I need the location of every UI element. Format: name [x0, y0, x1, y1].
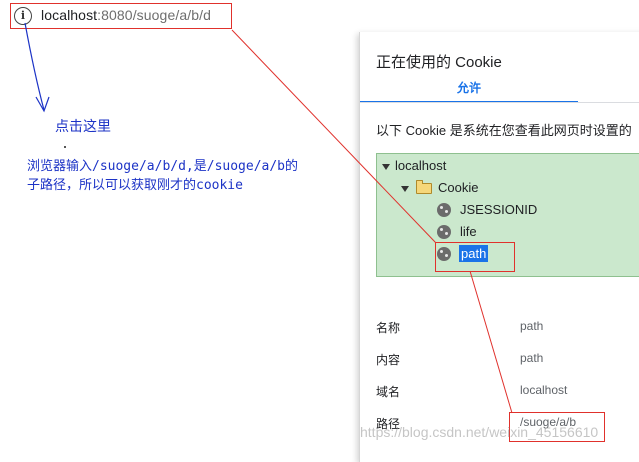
tree-item-site[interactable]: localhost: [382, 158, 446, 173]
prop-label-domain: 域名: [376, 385, 401, 399]
tab-allowed[interactable]: 允许: [360, 79, 578, 103]
prop-label-name: 名称: [376, 321, 401, 335]
address-highlight-box: [10, 3, 232, 29]
tree-item-folder[interactable]: Cookie: [401, 179, 479, 195]
annotation-line-1: 浏览器输入/suoge/a/b/d,是/suoge/a/b的: [27, 159, 299, 174]
dialog-description: 以下 Cookie 是系统在您查看此网页时设置的: [376, 123, 632, 138]
selected-cookie-highlight-box: [435, 242, 515, 272]
tree-folder-label: Cookie: [438, 180, 479, 195]
cookie-icon: [437, 203, 451, 217]
prop-value-content: path: [520, 351, 544, 365]
tab-divider: [360, 102, 639, 103]
expand-triangle-icon[interactable]: [401, 185, 409, 192]
annotation-line-2: 子路径，所以可以获取刚才的cookie: [27, 178, 243, 193]
cookie-name: life: [460, 224, 477, 239]
annotation-dot: [64, 146, 66, 148]
annotation-click-here: 点击这里: [55, 119, 111, 135]
dialog-title: 正在使用的 Cookie: [376, 54, 502, 71]
tree-site-label: localhost: [395, 158, 447, 173]
folder-icon: [416, 179, 432, 194]
blue-arrow-icon: [24, 22, 50, 113]
expand-triangle-icon[interactable]: [382, 163, 390, 170]
annotation-description: 浏览器输入/suoge/a/b/d,是/suoge/a/b的 子路径，所以可以获…: [27, 157, 327, 195]
address-bar[interactable]: i localhost:8080/suoge/a/b/d: [0, 0, 639, 34]
watermark: https://blog.csdn.net/weixin_45156610: [360, 424, 599, 440]
cookie-name: JSESSIONID: [460, 202, 538, 217]
tree-item-cookie[interactable]: JSESSIONID: [437, 202, 537, 217]
prop-label-content: 内容: [376, 353, 401, 367]
prop-value-domain: localhost: [520, 383, 568, 397]
prop-value-name: path: [520, 319, 544, 333]
tree-item-cookie[interactable]: life: [437, 224, 477, 239]
cookie-icon: [437, 225, 451, 239]
